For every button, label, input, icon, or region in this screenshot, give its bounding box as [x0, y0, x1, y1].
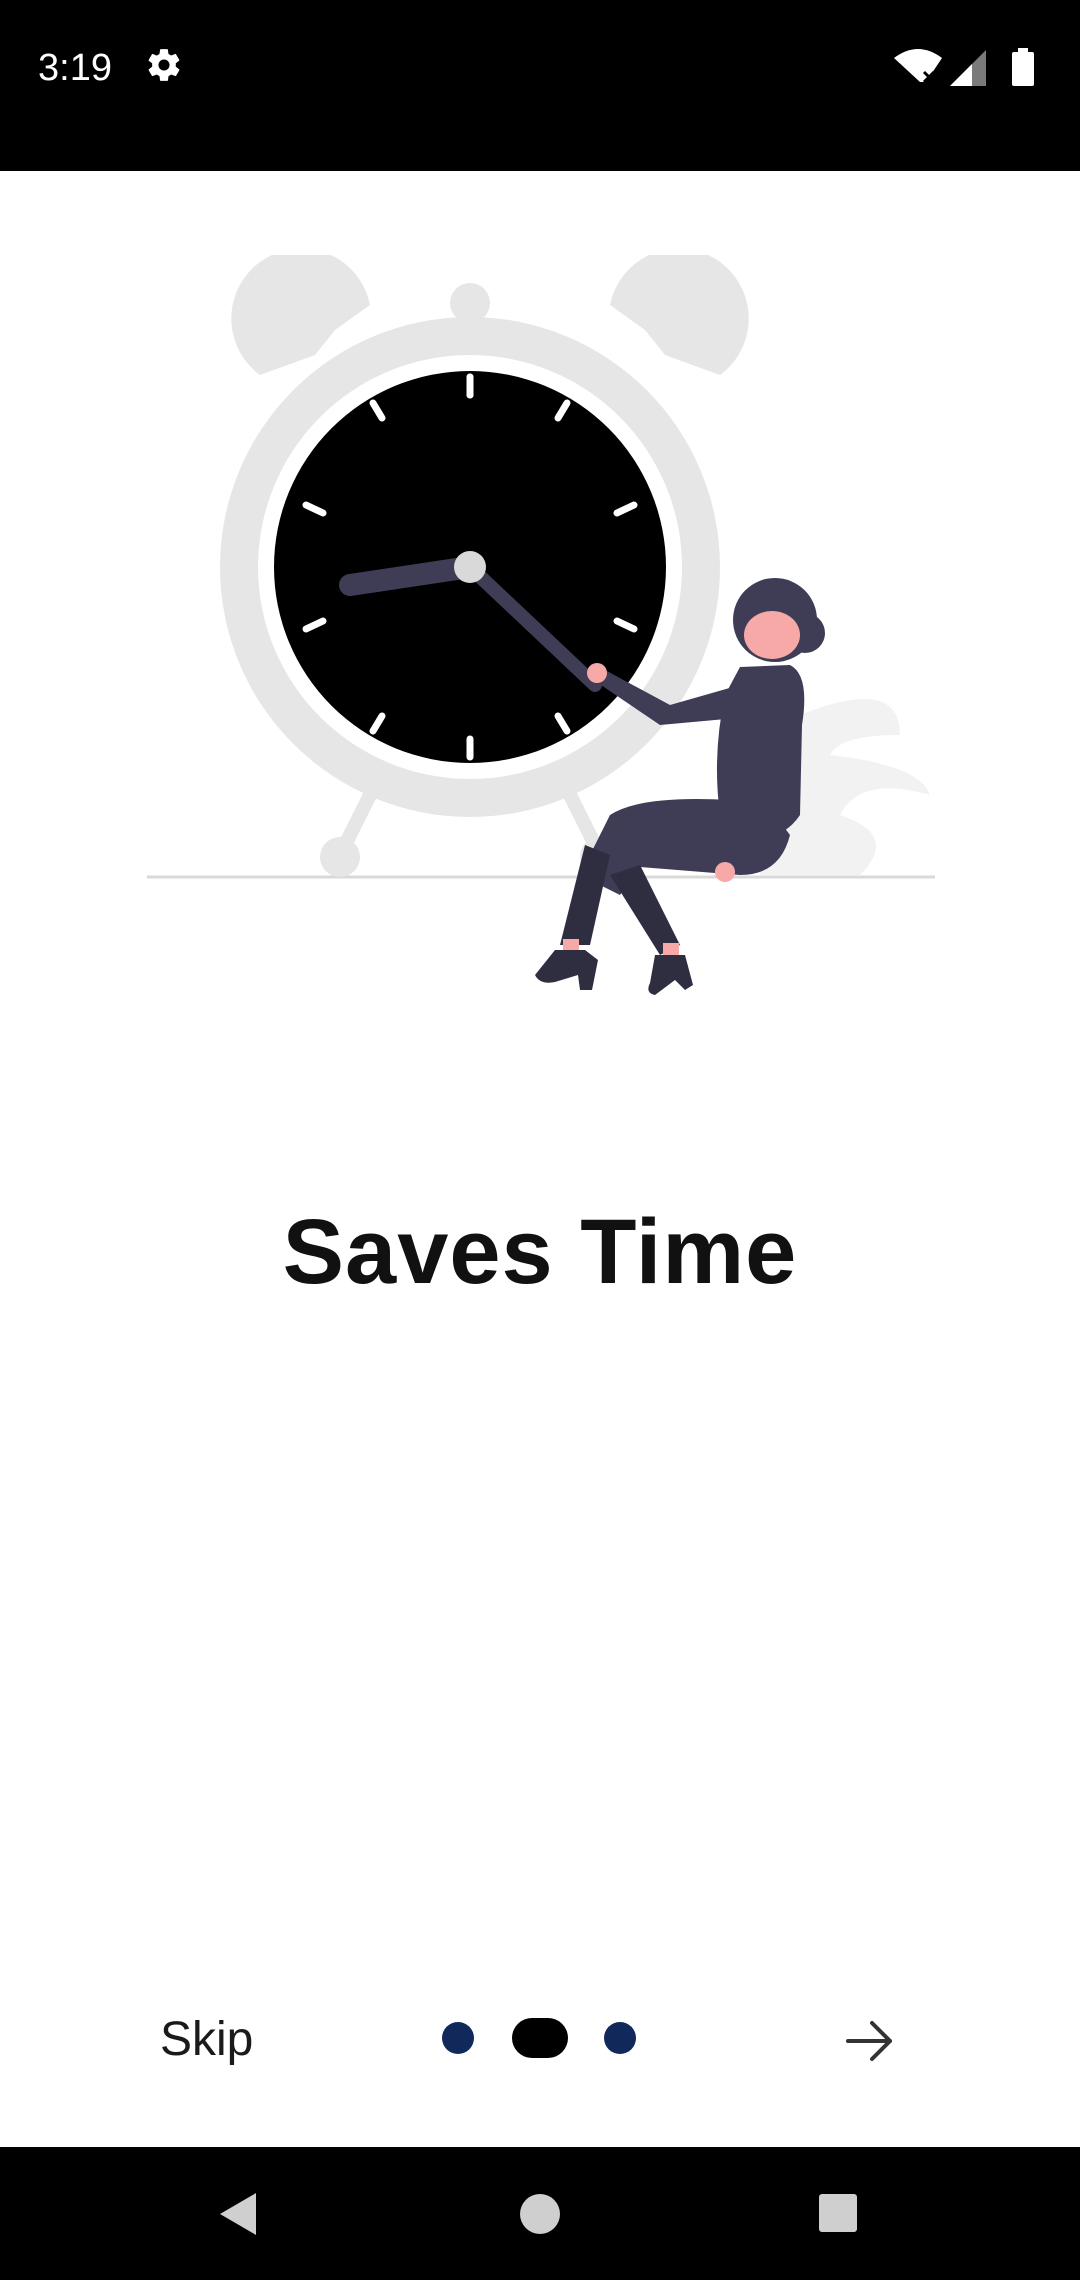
recents-icon[interactable]	[817, 2192, 859, 2234]
wifi-icon	[894, 49, 942, 84]
skip-button[interactable]: Skip	[160, 2005, 253, 2075]
page-indicator-dot-3	[604, 2022, 636, 2054]
page-indicator-dot-1	[442, 2022, 474, 2054]
back-icon[interactable]	[212, 2189, 262, 2239]
page-indicator	[442, 2018, 642, 2058]
battery-icon	[1012, 48, 1034, 86]
onboarding-title: Saves Time	[282, 1201, 798, 1303]
status-time: 3:19	[38, 47, 112, 89]
gear-icon	[145, 46, 183, 84]
next-button[interactable]	[838, 2010, 900, 2072]
onboarding-screen: 3:19 Saves Time Skip	[0, 0, 1080, 2280]
home-icon[interactable]	[517, 2191, 563, 2237]
status-bar: 3:19	[0, 0, 1080, 171]
alarm-clock-illustration	[140, 248, 940, 1015]
cellular-signal-icon	[950, 50, 986, 86]
arrow-right-icon	[846, 2021, 892, 2061]
status-icons	[894, 48, 1044, 88]
page-indicator-dot-2-active	[512, 2018, 568, 2058]
navigation-bar	[0, 2147, 1080, 2280]
